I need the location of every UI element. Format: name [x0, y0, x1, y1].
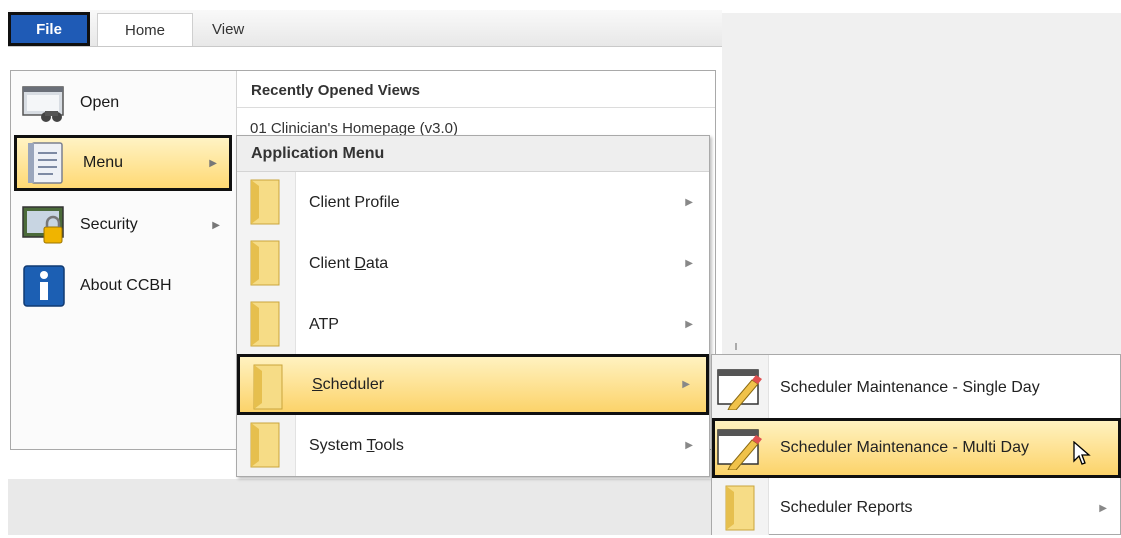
menu-item-system-tools[interactable]: System Tools ▶: [237, 415, 709, 476]
folder-icon: [250, 301, 280, 347]
submenu-arrow-icon: ▶: [685, 197, 693, 208]
submenu-arrow-icon: ▶: [212, 219, 220, 231]
submenu-item-label: Scheduler Reports: [780, 499, 913, 516]
submenu-item-multi-day[interactable]: Scheduler Maintenance - Multi Day: [712, 418, 1121, 478]
folder-icon: [250, 422, 280, 468]
background-pane: [722, 13, 1121, 355]
submenu-arrow-icon: ▶: [685, 319, 693, 330]
submenu-item-single-day[interactable]: Scheduler Maintenance - Single Day: [712, 358, 1121, 418]
application-menu-heading: Application Menu: [237, 136, 709, 172]
nav-item-label: About CCBH: [80, 277, 172, 294]
submenu-arrow-icon: ▶: [1099, 502, 1107, 514]
submenu-arrow-icon: ▶: [685, 258, 693, 269]
submenu-item-label: Scheduler Maintenance - Single Day: [780, 379, 1040, 396]
menu-item-label: Client Profile: [309, 193, 400, 211]
nav-item-about[interactable]: About CCBH: [14, 258, 232, 314]
folder-icon: [253, 364, 283, 410]
folder-icon: [250, 240, 280, 286]
folder-icon: [725, 485, 755, 531]
edit-window-icon: [717, 429, 762, 470]
nav-item-label: Menu: [83, 154, 124, 171]
nav-item-open[interactable]: Open: [14, 75, 232, 131]
menu-item-client-data[interactable]: Client Data ▶: [237, 233, 709, 294]
submenu-item-label: Scheduler Maintenance - Multi Day: [780, 439, 1030, 456]
menu-item-label: Scheduler: [312, 375, 385, 393]
menu-item-scheduler[interactable]: Scheduler ▶: [237, 354, 709, 415]
security-lock-icon: [20, 201, 68, 249]
info-icon: [20, 262, 68, 310]
recent-views-heading: Recently Opened Views: [237, 74, 715, 108]
menu-item-label: ATP: [309, 315, 339, 333]
submenu-arrow-icon: ▶: [209, 157, 217, 169]
edit-window-icon: [717, 369, 762, 410]
nav-item-label: Security: [80, 216, 138, 233]
menu-item-atp[interactable]: ATP ▶: [237, 294, 709, 355]
submenu-item-scheduler-reports[interactable]: Scheduler Reports ▶: [712, 478, 1121, 538]
folder-icon: [250, 179, 280, 225]
submenu-arrow-icon: ▶: [682, 379, 690, 390]
nav-item-security[interactable]: Security ▶: [14, 197, 232, 253]
submenu-arrow-icon: ▶: [685, 440, 693, 451]
menu-notebook-icon: [23, 139, 71, 187]
tab-view[interactable]: View: [194, 13, 284, 45]
mouse-pointer-icon: [1073, 441, 1091, 465]
nav-item-label: Open: [80, 94, 120, 111]
resize-grip: [735, 343, 737, 350]
status-area: [8, 479, 714, 535]
menu-item-client-profile[interactable]: Client Profile ▶: [237, 172, 709, 233]
tab-home[interactable]: Home: [97, 13, 193, 46]
open-view-icon: [20, 79, 68, 127]
tab-file[interactable]: File: [8, 12, 90, 46]
nav-item-menu[interactable]: Menu ▶: [14, 135, 232, 191]
menu-item-label: System Tools: [309, 436, 404, 454]
menu-item-label: Client Data: [309, 254, 389, 272]
